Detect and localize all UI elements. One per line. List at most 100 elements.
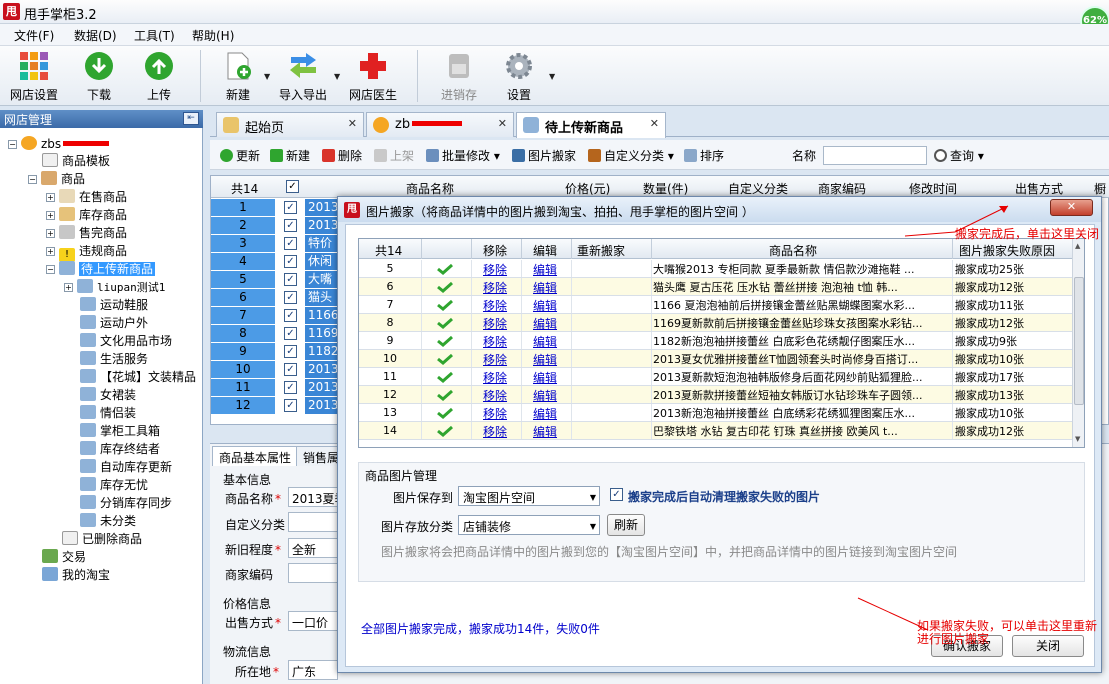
remove-link[interactable]: 移除: [483, 423, 507, 440]
collapse-icon[interactable]: −: [8, 140, 17, 149]
row-checkbox[interactable]: ✓: [284, 273, 297, 286]
seller-code-input[interactable]: [288, 563, 338, 583]
download-button[interactable]: 下载: [69, 50, 129, 103]
name-search-input[interactable]: [823, 146, 927, 165]
column-header[interactable]: 修改时间: [909, 180, 957, 197]
expand-icon[interactable]: +: [46, 211, 55, 220]
table-row[interactable]: 9 移除 编辑 1182新泡泡袖拼接蕾丝 白底彩色花绣靓仔图案压水... 搬家成功9张: [359, 332, 1072, 350]
table-row[interactable]: 2 ✓ 2013: [211, 217, 341, 235]
table-row[interactable]: 10 移除 编辑 2013夏女优雅拼接蕾丝T恤圆领套头时尚修身百搭订... 搬家成功10…: [359, 350, 1072, 368]
tree-item-shop[interactable]: − zbs: [8, 135, 110, 153]
tree-item-stock[interactable]: + 库存商品: [46, 206, 127, 224]
table-row[interactable]: 13 移除 编辑 2013新泡泡袖拼接蕾丝 白底绣彩花绣狐狸图案压水... 搬家成功10…: [359, 404, 1072, 422]
dialog-close-button[interactable]: ✕: [1050, 199, 1093, 216]
tree-item-category[interactable]: 运动户外: [80, 314, 148, 332]
remove-link[interactable]: 移除: [483, 387, 507, 404]
table-row[interactable]: 3 ✓ 特价: [211, 235, 341, 253]
refresh-button[interactable]: 刷新: [607, 514, 645, 536]
table-row[interactable]: 8 ✓ 1169: [211, 325, 341, 343]
edit-link[interactable]: 编辑: [533, 423, 557, 440]
remove-link[interactable]: 移除: [483, 261, 507, 278]
edit-link[interactable]: 编辑: [533, 369, 557, 386]
column-header[interactable]: 商家编码: [818, 180, 866, 197]
tree-item-category[interactable]: 库存无忧: [80, 476, 148, 494]
goods-name-input[interactable]: 2013夏季: [288, 487, 338, 507]
column-header[interactable]: 重新搬家: [577, 242, 625, 259]
grid-scrollbar[interactable]: ▲ ▼: [1072, 239, 1084, 447]
remove-link[interactable]: 移除: [483, 297, 507, 314]
row-checkbox[interactable]: ✓: [284, 309, 297, 322]
tree-item-category[interactable]: 【花城】文装精品: [80, 368, 196, 386]
tree-item-sold-out[interactable]: + 售完商品: [46, 224, 127, 242]
table-row[interactable]: 12 移除 编辑 2013夏新款拼接蕾丝短袖女韩版订水钻珍珠车子圆领... 搬家成功13…: [359, 386, 1072, 404]
tree-item-category[interactable]: 情侣装: [80, 404, 136, 422]
collapse-icon[interactable]: −: [28, 175, 37, 184]
tree-item-category[interactable]: 自动库存更新: [80, 458, 172, 476]
menu-help[interactable]: 帮助(H): [192, 27, 234, 44]
expand-icon[interactable]: +: [64, 283, 73, 292]
batch-edit-button[interactable]: 批量修改 ▾: [426, 147, 500, 164]
table-row[interactable]: 7 ✓ 1166: [211, 307, 341, 325]
refresh-button[interactable]: 更新: [220, 147, 260, 164]
tree-item-category[interactable]: 库存终结者: [80, 440, 160, 458]
tree-item-goods[interactable]: − 商品: [28, 170, 85, 188]
upload-button[interactable]: 上传: [129, 50, 189, 103]
category-select[interactable]: 店铺装修 ▼: [458, 515, 600, 535]
custom-category-input[interactable]: [288, 512, 338, 532]
column-header[interactable]: 橱: [1094, 180, 1106, 197]
tree-item-templates[interactable]: 商品模板: [42, 152, 110, 170]
tab-pending-upload[interactable]: 待上传新商品 ✕: [516, 112, 666, 138]
row-checkbox[interactable]: ✓: [284, 219, 297, 232]
shop-doctor-button[interactable]: 网店医生: [343, 50, 403, 103]
remove-link[interactable]: 移除: [483, 315, 507, 332]
tab-start[interactable]: 起始页 ✕: [216, 112, 364, 137]
column-header[interactable]: 价格(元): [565, 180, 610, 197]
close-icon[interactable]: ✕: [348, 117, 357, 130]
auto-clean-checkbox[interactable]: ✓: [610, 488, 623, 501]
pin-icon[interactable]: ⇤: [183, 112, 199, 125]
table-row[interactable]: 8 移除 编辑 1169夏新款前后拼接镶金蕾丝贴珍珠女孩图案水彩钻... 搬家成功12张: [359, 314, 1072, 332]
expand-icon[interactable]: +: [46, 229, 55, 238]
column-header[interactable]: 数量(件): [643, 180, 688, 197]
remove-link[interactable]: 移除: [483, 333, 507, 350]
row-checkbox[interactable]: ✓: [284, 327, 297, 340]
table-row[interactable]: 5 移除 编辑 大嘴猴2013 专柜同款 夏季最新款 情侣款沙滩拖鞋 ... 搬家成功2…: [359, 260, 1072, 278]
new-goods-button[interactable]: 新建: [270, 147, 310, 164]
table-row[interactable]: 4 ✓ 休闲: [211, 253, 341, 271]
tree-item-category[interactable]: 分销库存同步: [80, 494, 172, 512]
edit-link[interactable]: 编辑: [533, 387, 557, 404]
table-row[interactable]: 10 ✓ 2013: [211, 361, 341, 379]
location-select[interactable]: 广东: [288, 660, 338, 680]
table-row[interactable]: 14 移除 编辑 巴黎铁塔 水钻 复古印花 钉珠 真丝拼接 欧美风 t... 搬家成功1…: [359, 422, 1072, 440]
row-checkbox[interactable]: ✓: [284, 381, 297, 394]
edit-link[interactable]: 编辑: [533, 351, 557, 368]
select-all-checkbox[interactable]: ✓: [286, 180, 299, 193]
table-row[interactable]: 9 ✓ 1182: [211, 343, 341, 361]
sort-button[interactable]: 排序: [684, 147, 724, 164]
save-to-select[interactable]: 淘宝图片空间 ▼: [458, 486, 600, 506]
scroll-down-icon[interactable]: ▼: [1075, 435, 1080, 443]
remove-link[interactable]: 移除: [483, 279, 507, 296]
expand-icon[interactable]: +: [46, 193, 55, 202]
tree-item-on-sale[interactable]: + 在售商品: [46, 188, 127, 206]
tree-item-category[interactable]: 文化用品市场: [80, 332, 172, 350]
tree-item-category[interactable]: 运动鞋服: [80, 296, 148, 314]
sell-method-select[interactable]: 一口价: [288, 611, 338, 631]
delete-button[interactable]: 删除: [322, 147, 362, 164]
tree-item-deleted[interactable]: 已删除商品: [62, 530, 142, 548]
tree-item-category[interactable]: 女裙装: [80, 386, 136, 404]
tab-shop[interactable]: zb ✕: [366, 112, 514, 137]
scrollbar-thumb[interactable]: [1074, 277, 1084, 405]
tree-item-category[interactable]: 掌柜工具箱: [80, 422, 160, 440]
expand-icon[interactable]: +: [46, 247, 55, 256]
image-move-button[interactable]: 图片搬家: [512, 147, 576, 164]
import-export-button[interactable]: 导入导出: [273, 50, 333, 103]
table-row[interactable]: 7 移除 编辑 1166 夏泡泡袖前后拼接镶金蕾丝贴黑蝴蝶图案水彩... 搬家成功11张: [359, 296, 1072, 314]
new-dropdown-icon[interactable]: ▼: [264, 72, 270, 81]
table-row[interactable]: 6 ✓ 猫头: [211, 289, 341, 307]
row-checkbox[interactable]: ✓: [284, 201, 297, 214]
column-header[interactable]: 编辑: [533, 242, 557, 259]
edit-link[interactable]: 编辑: [533, 279, 557, 296]
import-export-dropdown-icon[interactable]: ▼: [334, 72, 340, 81]
table-row[interactable]: ▶1✓2013: [211, 199, 341, 217]
